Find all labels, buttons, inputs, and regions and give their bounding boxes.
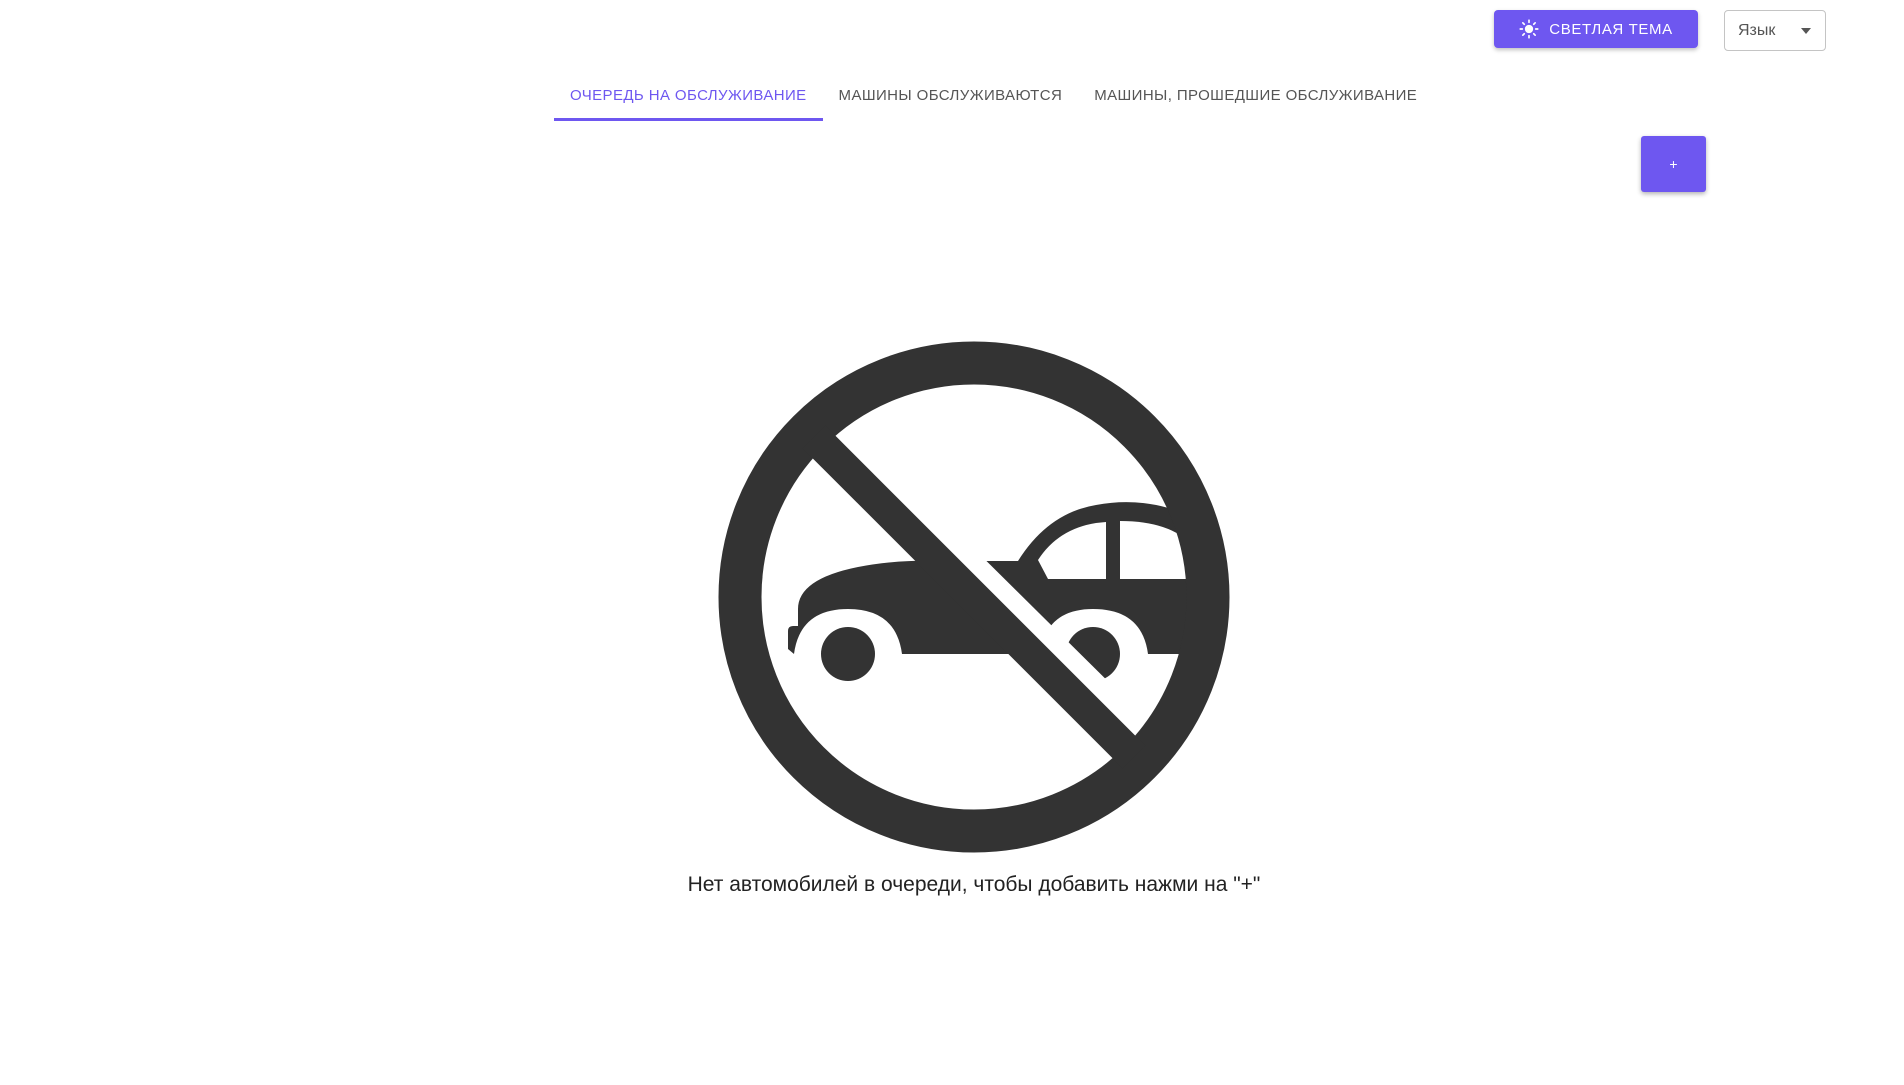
add-car-button-label: + — [1669, 156, 1678, 172]
app-page: СВЕТЛАЯ ТЕМА Язык ОЧЕРЕДЬ НА ОБСЛУЖИВАНИ… — [0, 0, 1904, 1085]
add-car-button[interactable]: + — [1641, 136, 1706, 192]
tab-serviced-label: МАШИНЫ, ПРОШЕДШИЕ ОБСЛУЖИВАНИЕ — [1094, 87, 1418, 104]
tab-bar: ОЧЕРЕДЬ НА ОБСЛУЖИВАНИЕ МАШИНЫ ОБСЛУЖИВА… — [554, 70, 1433, 121]
theme-toggle-button[interactable]: СВЕТЛАЯ ТЕМА — [1494, 10, 1698, 48]
tab-in-service[interactable]: МАШИНЫ ОБСЛУЖИВАЮТСЯ — [823, 70, 1079, 121]
language-select-label: Язык — [1738, 21, 1776, 39]
no-car-icon — [718, 341, 1230, 853]
language-select[interactable]: Язык — [1724, 10, 1826, 51]
tab-queue-label: ОЧЕРЕДЬ НА ОБСЛУЖИВАНИЕ — [570, 87, 807, 104]
tab-serviced[interactable]: МАШИНЫ, ПРОШЕДШИЕ ОБСЛУЖИВАНИЕ — [1078, 70, 1433, 121]
chevron-down-icon — [1801, 28, 1811, 34]
theme-toggle-label: СВЕТЛАЯ ТЕМА — [1549, 20, 1673, 38]
tab-queue[interactable]: ОЧЕРЕДЬ НА ОБСЛУЖИВАНИЕ — [554, 70, 823, 121]
empty-state-message: Нет автомобилей в очереди, чтобы добавит… — [687, 873, 1261, 896]
tab-in-service-label: МАШИНЫ ОБСЛУЖИВАЮТСЯ — [838, 87, 1063, 104]
sun-icon — [1519, 19, 1539, 39]
